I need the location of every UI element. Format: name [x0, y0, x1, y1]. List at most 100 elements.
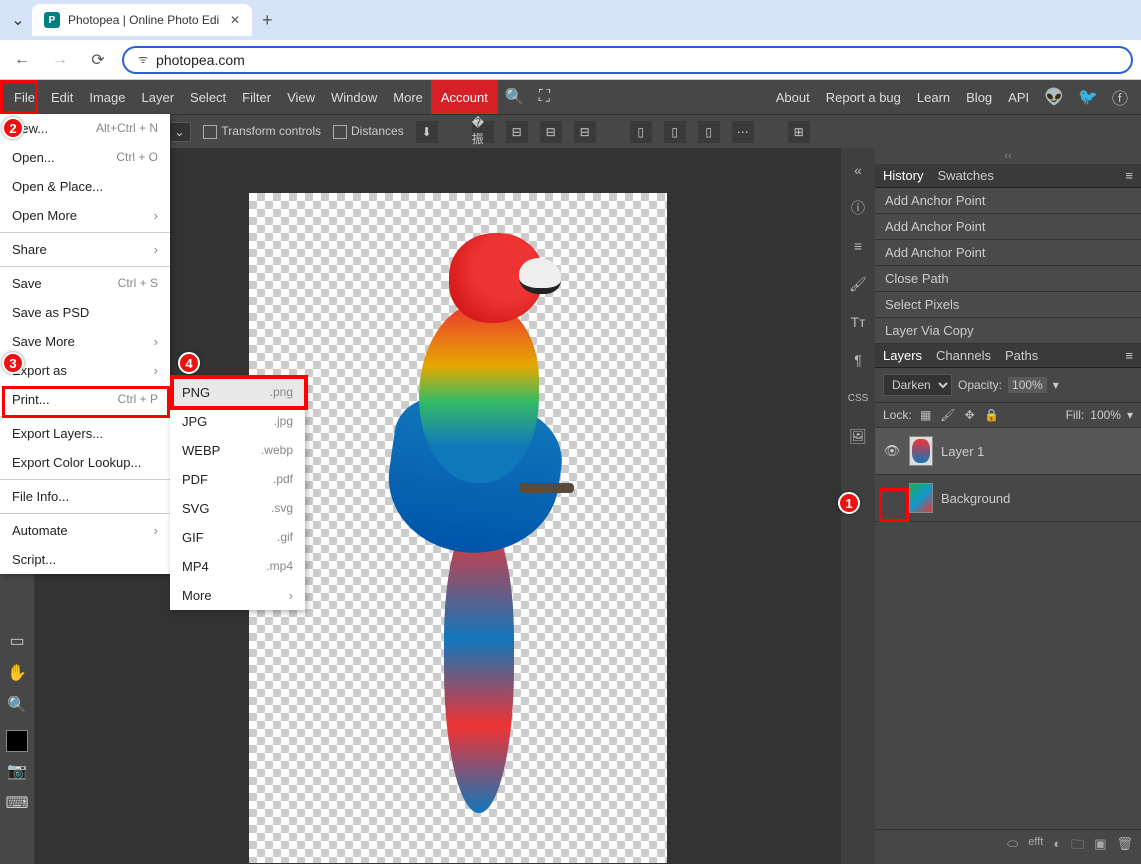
foreground-swatch[interactable] — [6, 730, 28, 752]
tab-swatches[interactable]: Swatches — [937, 168, 993, 183]
menu-file[interactable]: File — [6, 80, 43, 114]
align-top-icon[interactable]: ⊟ — [574, 121, 596, 143]
export-format-item[interactable]: More› — [170, 581, 305, 610]
export-format-item[interactable]: GIF.gif — [170, 523, 305, 552]
menu-filter[interactable]: Filter — [234, 80, 279, 114]
panel-collapse-icon[interactable]: ‹‹ — [875, 148, 1141, 164]
paragraph-icon[interactable]: ¶ — [846, 348, 870, 372]
file-menu-item[interactable]: Script... — [0, 545, 170, 574]
zoom-tool-icon[interactable]: 🔍 — [4, 692, 30, 718]
more-opts-icon[interactable]: ⋯ — [732, 121, 754, 143]
tab-history[interactable]: History — [883, 168, 923, 183]
file-menu-item[interactable]: Export as› — [0, 356, 170, 385]
chevron-down-icon[interactable]: ⌄ — [8, 10, 28, 30]
blend-mode-select[interactable]: Darken — [883, 374, 952, 396]
lock-transparent-icon[interactable]: ▦ — [918, 407, 934, 423]
export-format-item[interactable]: JPG.jpg — [170, 407, 305, 436]
type-icon[interactable]: Tт — [846, 310, 870, 334]
export-format-item[interactable]: MP4.mp4 — [170, 552, 305, 581]
browser-tab[interactable]: P Photopea | Online Photo Edi ✕ — [32, 4, 252, 36]
trash-icon[interactable]: 🗑 — [1116, 836, 1133, 858]
file-menu-item[interactable]: Export Color Lookup... — [0, 448, 170, 477]
transform-controls-toggle[interactable]: Transform controls — [203, 124, 321, 139]
facebook-icon[interactable]: ⓕ — [1105, 85, 1135, 109]
tab-channels[interactable]: Channels — [936, 348, 991, 363]
new-tab-button[interactable]: + — [252, 10, 283, 31]
fill-slider-icon[interactable]: ▾ — [1127, 408, 1133, 422]
css-icon[interactable]: CSS — [846, 386, 870, 410]
mask-icon[interactable]: ◐ — [1053, 836, 1061, 858]
link-icon[interactable]: ⬭ — [1007, 836, 1018, 858]
site-info-icon[interactable]: ᯤ — [138, 52, 148, 67]
brush-icon[interactable]: 🖌 — [846, 272, 870, 296]
file-menu-item[interactable]: Open More› — [0, 201, 170, 230]
link-blog[interactable]: Blog — [958, 80, 1000, 114]
lock-move-icon[interactable]: ✥ — [962, 407, 978, 423]
link-report-bug[interactable]: Report a bug — [818, 80, 909, 114]
export-format-item[interactable]: SVG.svg — [170, 494, 305, 523]
info-icon[interactable]: ⓘ — [846, 196, 870, 220]
adjust-icon[interactable]: ≡ — [846, 234, 870, 258]
rect-tool-icon[interactable]: ▭ — [4, 628, 30, 654]
align-left-icon[interactable]: �振 — [472, 121, 494, 143]
align-right-icon[interactable]: ⊟ — [540, 121, 562, 143]
menu-select[interactable]: Select — [182, 80, 234, 114]
visibility-icon[interactable]: 👁 — [883, 443, 901, 459]
align-center-icon[interactable]: ⊟ — [506, 121, 528, 143]
address-bar[interactable]: ᯤ photopea.com — [122, 46, 1133, 74]
menu-more[interactable]: More — [385, 80, 431, 114]
camera-icon[interactable]: 📷 — [4, 758, 30, 784]
link-api[interactable]: API — [1000, 80, 1037, 114]
panel-menu-icon[interactable]: ≡ — [1125, 168, 1133, 183]
file-menu-item[interactable]: Save as PSD — [0, 298, 170, 327]
menu-view[interactable]: View — [279, 80, 323, 114]
menu-image[interactable]: Image — [81, 80, 133, 114]
opacity-value[interactable]: 100% — [1008, 377, 1047, 393]
file-menu-item[interactable]: Share› — [0, 235, 170, 264]
collapse-icon[interactable]: « — [846, 158, 870, 182]
file-menu-item[interactable]: File Info... — [0, 482, 170, 511]
file-menu-item[interactable]: Save More› — [0, 327, 170, 356]
file-menu-item[interactable]: Print...Ctrl + P — [0, 385, 170, 414]
close-icon[interactable]: ✕ — [230, 13, 240, 27]
canvas[interactable] — [249, 193, 667, 863]
tab-paths[interactable]: Paths — [1005, 348, 1038, 363]
new-layer-icon[interactable]: ▣ — [1094, 836, 1106, 858]
distances-toggle[interactable]: Distances — [333, 124, 404, 139]
layer-thumbnail[interactable] — [909, 436, 933, 466]
menu-account[interactable]: Account — [431, 80, 498, 114]
hand-tool-icon[interactable]: ✋ — [4, 660, 30, 686]
fill-value[interactable]: 100% — [1090, 408, 1121, 422]
layer-row[interactable]: 👁 Layer 1 — [875, 428, 1141, 475]
file-menu-item[interactable]: Automate› — [0, 516, 170, 545]
twitter-icon[interactable]: 🐦 — [1071, 87, 1105, 107]
link-learn[interactable]: Learn — [909, 80, 958, 114]
history-item[interactable]: Select Pixels — [875, 292, 1141, 318]
layer-row[interactable]: Background — [875, 475, 1141, 522]
menu-layer[interactable]: Layer — [134, 80, 183, 114]
file-menu-item[interactable]: New...Alt+Ctrl + N — [0, 114, 170, 143]
image-icon[interactable]: 🖼 — [846, 424, 870, 448]
link-about[interactable]: About — [768, 80, 818, 114]
distribute-h-icon[interactable]: ▯ — [630, 121, 652, 143]
file-menu-item[interactable]: Open...Ctrl + O — [0, 143, 170, 172]
file-menu-item[interactable]: Export Layers... — [0, 419, 170, 448]
history-item[interactable]: Layer Via Copy — [875, 318, 1141, 344]
reload-button[interactable]: ⟳ — [84, 50, 112, 70]
back-button[interactable]: ← — [8, 51, 36, 69]
history-item[interactable]: Add Anchor Point — [875, 188, 1141, 214]
distribute-icon[interactable]: ▯ — [698, 121, 720, 143]
menu-edit[interactable]: Edit — [43, 80, 81, 114]
opacity-slider-icon[interactable]: ▾ — [1053, 378, 1059, 392]
file-menu-item[interactable]: SaveCtrl + S — [0, 269, 170, 298]
layer-thumbnail[interactable] — [909, 483, 933, 513]
grid-icon[interactable]: ⊞ — [788, 121, 810, 143]
menu-window[interactable]: Window — [323, 80, 385, 114]
export-format-item[interactable]: PDF.pdf — [170, 465, 305, 494]
export-format-item[interactable]: PNG.png — [170, 378, 305, 407]
fullscreen-icon[interactable]: ⛶ — [532, 88, 557, 106]
file-menu-item[interactable]: Open & Place... — [0, 172, 170, 201]
forward-button[interactable]: → — [46, 51, 74, 69]
lock-paint-icon[interactable]: 🖌 — [940, 407, 956, 423]
download-icon[interactable]: ⬇ — [416, 121, 438, 143]
